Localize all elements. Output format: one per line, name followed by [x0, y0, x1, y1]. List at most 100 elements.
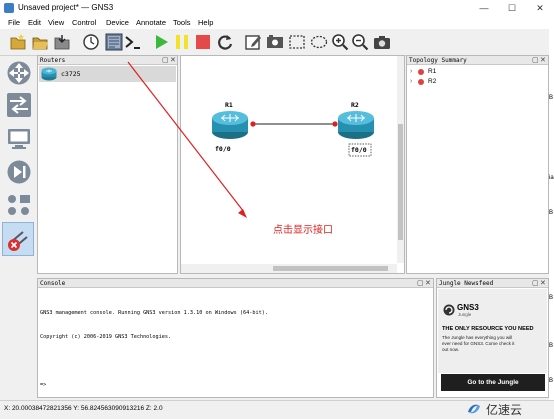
ellipse-icon[interactable] — [310, 33, 328, 51]
gns3-logo-icon — [443, 304, 455, 316]
background-text-fragment: B — [549, 210, 554, 216]
start-icon[interactable] — [152, 33, 170, 51]
image-icon[interactable] — [266, 33, 284, 51]
menu-tools[interactable]: Tools — [173, 17, 191, 29]
router-r1-icon — [212, 111, 248, 139]
folder-open-icon[interactable] — [31, 33, 49, 51]
rectangle-icon[interactable] — [288, 33, 306, 51]
gns3-app-icon — [4, 3, 14, 13]
panel-float-icon[interactable]: ▢ — [532, 279, 539, 288]
topology-item-label: R2 — [428, 78, 437, 85]
router-list-item[interactable]: c3725 — [39, 66, 176, 82]
menu-help[interactable]: Help — [198, 17, 213, 29]
note-icon[interactable] — [244, 33, 262, 51]
panel-float-icon[interactable]: ▢ — [162, 56, 169, 65]
routers-panel-title: Routers — [40, 57, 66, 64]
routers-panel-header: Routers — [38, 56, 177, 65]
topology-canvas[interactable]: R1 R2 f0/0 f0/0 点击显示接口 — [180, 55, 405, 274]
device-type-bar — [0, 56, 36, 274]
security-devices-category-icon[interactable] — [6, 159, 32, 185]
background-text-fragment: B — [549, 343, 554, 349]
menu-view[interactable]: View — [48, 17, 64, 29]
switches-category-icon[interactable] — [6, 92, 32, 118]
panel-float-icon[interactable]: ▢ — [417, 279, 424, 288]
panel-close-icon[interactable]: ✕ — [425, 279, 431, 288]
status-stopped-icon — [418, 69, 424, 75]
folder-new-icon[interactable] — [9, 33, 27, 51]
background-text-fragment: ial — [549, 175, 554, 181]
panel-close-icon[interactable]: ✕ — [170, 56, 176, 65]
canvas-svg — [212, 111, 374, 157]
panel-float-icon[interactable]: ▢ — [532, 56, 539, 65]
link-endpoint-r1 — [250, 121, 256, 127]
panel-close-icon[interactable]: ✕ — [540, 56, 546, 65]
cursor-coordinates: X: 20.00038472821356 Y: 56.8245630909132… — [4, 405, 163, 412]
menu-control[interactable]: Control — [72, 17, 96, 29]
topology-summary-title: Topology Summary — [409, 57, 467, 64]
jungle-logo-sub: Jungle — [458, 312, 472, 317]
router-r2-icon — [338, 111, 374, 139]
link-endpoint-r2 — [332, 121, 338, 127]
minimize-button[interactable]: — — [470, 0, 498, 17]
menu-device[interactable]: Device — [106, 17, 129, 29]
toolbar — [0, 29, 554, 88]
background-window-edge: B ial B B B B — [549, 0, 554, 400]
background-text-fragment: B — [549, 378, 554, 384]
menu-file[interactable]: File — [8, 17, 20, 29]
chevron-right-icon[interactable]: › — [410, 68, 412, 75]
jungle-body: The Jungle has everything you will ever … — [442, 335, 515, 352]
routers-panel: Routers ▢ ✕ c3725 — [37, 55, 178, 274]
go-to-jungle-button[interactable]: Go to the Jungle — [441, 374, 545, 391]
menu-bar: File Edit View Control Device Annotate T… — [0, 17, 554, 29]
jungle-title: Jungle Newsfeed — [439, 280, 494, 287]
maximize-button[interactable]: ☐ — [498, 0, 526, 17]
topology-summary-panel: Topology Summary ▢ ✕ › R1 › R2 — [406, 55, 549, 274]
node-name-r2[interactable]: R2 — [351, 101, 359, 109]
console-prompt: => — [40, 382, 47, 388]
all-devices-category-icon[interactable] — [6, 192, 32, 218]
console-header: Console — [38, 279, 433, 288]
annotation-text: 点击显示接口 — [273, 225, 333, 236]
vertical-scroll-thumb[interactable] — [398, 124, 403, 240]
horizontal-scroll-thumb[interactable] — [273, 266, 388, 271]
chevron-right-icon[interactable]: › — [410, 78, 412, 85]
node-name-r1[interactable]: R1 — [225, 101, 233, 109]
console-output[interactable]: GNS3 management console. Running GNS3 ve… — [40, 293, 268, 405]
show-interface-labels-icon[interactable] — [105, 33, 123, 51]
jungle-content: GNS3 Jungle THE ONLY RESOURCE YOU NEED T… — [438, 289, 547, 373]
interface-label-r2[interactable]: f0/0 — [351, 146, 367, 154]
topology-summary-header: Topology Summary — [407, 56, 548, 65]
window-title: Unsaved project* — GNS3 — [18, 3, 114, 12]
reload-icon[interactable] — [216, 33, 234, 51]
console-icon[interactable] — [124, 33, 142, 51]
menu-edit[interactable]: Edit — [28, 17, 41, 29]
add-link-button[interactable] — [2, 222, 34, 256]
end-devices-category-icon[interactable] — [6, 126, 32, 152]
save-icon[interactable] — [53, 33, 71, 51]
console-line: GNS3 management console. Running GNS3 ve… — [40, 310, 268, 316]
title-bar: Unsaved project* — GNS3 — ☐ ✕ — [0, 0, 554, 17]
console-title: Console — [40, 280, 66, 287]
add-link-icon — [8, 231, 28, 251]
stop-icon[interactable] — [194, 33, 212, 51]
menu-annotate[interactable]: Annotate — [136, 17, 166, 29]
zoom-out-icon[interactable] — [351, 33, 369, 51]
canvas-horizontal-scrollbar[interactable] — [181, 264, 397, 273]
router-icon — [41, 67, 57, 81]
zoom-in-icon[interactable] — [331, 33, 349, 51]
status-bar: X: 20.00038472821356 Y: 56.8245630909132… — [0, 400, 554, 419]
screenshot-icon[interactable] — [373, 33, 391, 51]
interface-label-r1[interactable]: f0/0 — [215, 145, 231, 153]
panel-close-icon[interactable]: ✕ — [540, 279, 546, 288]
jungle-newsfeed-panel: Jungle Newsfeed ▢ ✕ GNS3 Jungle THE ONLY… — [436, 278, 549, 398]
watermark-logo-icon — [468, 404, 480, 414]
routers-category-icon[interactable] — [6, 60, 32, 86]
pause-icon[interactable] — [173, 33, 191, 51]
topology-item-label: R1 — [428, 68, 437, 75]
canvas-vertical-scrollbar[interactable] — [397, 56, 404, 263]
watermark-text: 亿速云 — [486, 403, 523, 417]
router-label: c3725 — [61, 70, 81, 78]
clock-icon[interactable] — [82, 33, 100, 51]
background-text-fragment: B — [549, 95, 554, 101]
